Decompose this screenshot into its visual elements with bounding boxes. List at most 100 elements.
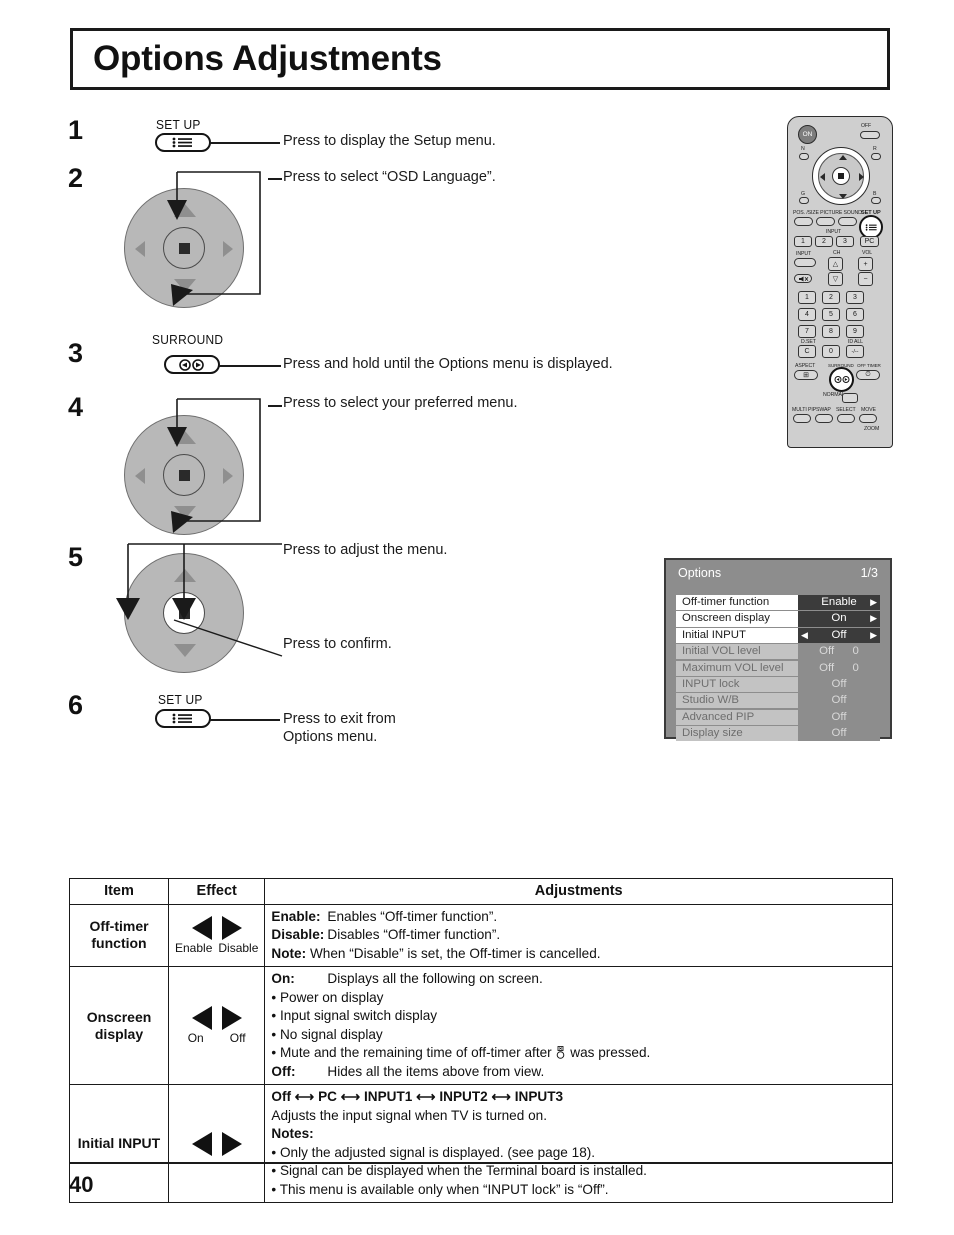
numpad-key-dash[interactable]: -/-- <box>846 345 864 358</box>
osd-value-number: 0 <box>852 661 859 674</box>
surround-button-label: SURROUND <box>152 332 224 347</box>
b-button[interactable] <box>871 197 881 204</box>
select-button[interactable] <box>837 414 855 423</box>
osd-value-text: Off <box>819 661 835 674</box>
osd-value[interactable]: On ▶ <box>798 611 880 627</box>
off-timer-label: OFF TIMER <box>857 363 881 368</box>
step-callout-1: Press to display the Setup menu. <box>283 133 496 149</box>
osd-row-studio-wb: Studio W/B Off <box>676 693 880 709</box>
row-item-line1: Off-timer <box>89 918 149 935</box>
off-timer-button[interactable]: ⏱ <box>856 370 880 380</box>
row-effect-initial-input <box>167 1084 266 1203</box>
surround-icon[interactable] <box>164 355 220 374</box>
effect-arrow-pair <box>175 915 258 940</box>
right-arrow-icon <box>221 1131 242 1156</box>
table-header: Item Effect Adjustments <box>69 878 893 905</box>
vol-up-button[interactable]: + <box>858 257 873 271</box>
numpad-key-5[interactable]: 5 <box>822 308 840 321</box>
numpad-key-8[interactable]: 8 <box>822 325 840 338</box>
row-item-line2: display <box>94 1025 144 1042</box>
mute-button[interactable] <box>794 274 812 283</box>
osd-row-list: Off-timer function Enable ▶ Onscreen dis… <box>666 586 890 742</box>
power-on-button[interactable]: ON <box>798 125 817 144</box>
step-callout-5b: Press to confirm. <box>283 636 392 652</box>
osd-row-initial-input[interactable]: Initial INPUT ◀ Off ▶ <box>676 627 880 643</box>
multi-pip-label: MULTI PIP <box>792 407 817 413</box>
page-title-box: Options Adjustments <box>70 28 890 90</box>
page-number: 40 <box>69 1172 94 1197</box>
numpad-key-1[interactable]: 1 <box>798 291 816 304</box>
r-button[interactable] <box>871 153 881 160</box>
input-button[interactable] <box>794 258 816 267</box>
input-key-1[interactable]: 1 <box>794 236 812 247</box>
osd-page-indicator: 1/3 <box>860 566 878 580</box>
setup-menu-icon[interactable] <box>155 133 211 152</box>
step-number-3: 3 <box>68 338 84 368</box>
remote-pad-down-icon <box>839 194 847 199</box>
input-key-2[interactable]: 2 <box>815 236 833 247</box>
vol-label: VOL <box>862 250 873 256</box>
left-arrow-icon <box>191 1131 212 1156</box>
adjustment-bullet: • Signal can be displayed when the Termi… <box>271 1163 647 1178</box>
numpad-key-0[interactable]: 0 <box>822 345 840 358</box>
power-on-label: ON <box>802 131 813 138</box>
osd-value-text: On <box>831 612 847 625</box>
input-key-3[interactable]: 3 <box>836 236 854 247</box>
adjustment-text: Disables “Off-timer function”. <box>327 927 501 942</box>
setup-menu-icon[interactable] <box>155 709 211 728</box>
step2-arrow-overlay <box>167 171 261 306</box>
connector-line-3 <box>219 365 281 367</box>
osd-value[interactable]: Enable ▶ <box>798 595 880 611</box>
step-callout-4: Press to select your preferred menu. <box>283 395 518 411</box>
adjustments-table: Item Effect Adjustments Off-timer functi… <box>69 878 893 1203</box>
effect-arrow-pair <box>175 1131 258 1156</box>
step-callout-2: Press to select “OSD Language”. <box>283 169 496 185</box>
multi-pip-button[interactable] <box>793 414 811 423</box>
table-row: Initial INPUT Off ⟷ PC ⟷ INPUT1 ⟷ INPUT2… <box>69 1084 893 1203</box>
input-group-label: INPUT <box>826 229 842 235</box>
sound-button[interactable] <box>838 217 857 226</box>
normal-slider[interactable] <box>842 393 858 403</box>
numpad-key-9[interactable]: 9 <box>846 325 864 338</box>
aspect-button[interactable]: ⊞ <box>794 370 818 380</box>
column-header-effect: Effect <box>167 878 266 905</box>
setup-menu-icon <box>865 223 877 231</box>
numpad-key-7[interactable]: 7 <box>798 325 816 338</box>
table-row: Off-timer function Enable Disable Enable… <box>69 903 893 967</box>
input-key-pc[interactable]: PC <box>860 236 879 247</box>
numpad-key-c[interactable]: C <box>798 345 816 358</box>
numpad-key-3[interactable]: 3 <box>846 291 864 304</box>
vol-down-button[interactable]: − <box>858 272 873 286</box>
g-button[interactable] <box>799 197 809 204</box>
move-button[interactable] <box>859 414 877 423</box>
osd-label: INPUT lock <box>676 676 798 693</box>
osd-row-onscreen-display[interactable]: Onscreen display On ▶ <box>676 611 880 627</box>
manual-page: Options Adjustments 1 SET UP Press to di… <box>0 0 954 1235</box>
osd-label: Initial VOL level <box>676 644 798 660</box>
power-off-button[interactable] <box>860 131 880 139</box>
osd-label: Initial INPUT <box>676 627 798 643</box>
remote-pad-center-square-icon <box>838 173 844 179</box>
step-number-6: 6 <box>68 690 84 720</box>
remote-pad-right-icon <box>859 173 864 181</box>
osd-row-off-timer-function[interactable]: Off-timer function Enable ▶ <box>676 595 880 611</box>
numpad-key-6[interactable]: 6 <box>846 308 864 321</box>
chevron-right-icon: ▶ <box>870 597 877 607</box>
pos-size-button[interactable] <box>794 217 813 226</box>
ch-up-button[interactable]: △ <box>828 257 843 271</box>
remote-cursor-pad[interactable] <box>812 147 870 205</box>
swap-button[interactable] <box>815 414 833 423</box>
numpad-key-4[interactable]: 4 <box>798 308 816 321</box>
remote-pad-center-button[interactable] <box>832 167 850 185</box>
surround-button-highlight[interactable] <box>829 367 854 392</box>
connector-line-2 <box>268 178 282 180</box>
n-button[interactable] <box>799 153 809 160</box>
remote-control-illustration: ON OFF N R G B POS. /SIZE PICTURE SOUND <box>787 116 893 448</box>
row-adjustments-initial-input: Off ⟷ PC ⟷ INPUT1 ⟷ INPUT2 ⟷ INPUT3 Adju… <box>264 1084 893 1203</box>
picture-button[interactable] <box>816 217 835 226</box>
osd-value[interactable]: ◀ Off ▶ <box>798 627 880 643</box>
adjustment-term: Disable: <box>271 927 325 942</box>
osd-title: Options <box>678 566 722 580</box>
numpad-key-2[interactable]: 2 <box>822 291 840 304</box>
ch-down-button[interactable]: ▽ <box>828 272 843 286</box>
